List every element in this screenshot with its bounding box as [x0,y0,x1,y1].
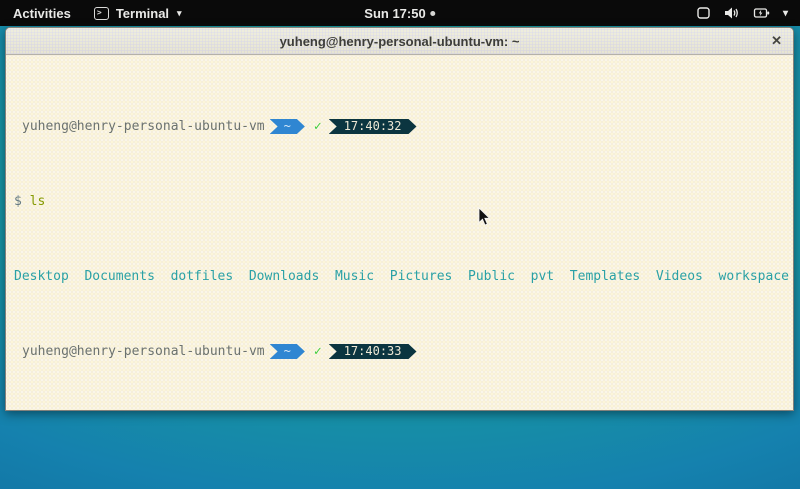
volume-icon [724,6,740,20]
prompt-cwd-segment: ~ [270,344,305,359]
terminal-icon: > [94,7,109,20]
prompt-line: yuheng@henry-personal-ubuntu-vm ~ ✓ 17:4… [14,119,793,134]
prompt-line: yuheng@henry-personal-ubuntu-vm ~ ✓ 17:4… [14,344,793,359]
prompt-user-host: yuheng@henry-personal-ubuntu-vm [14,344,265,359]
clock-button[interactable]: Sun 17:50 [364,0,435,26]
directory-entry: Videos [656,269,703,284]
top-bar: Activities > Terminal ▾ Sun 17:50 [0,0,800,26]
directory-entry: pvt [531,269,554,284]
screen-icon [696,6,711,20]
directory-entry: dotfiles [171,269,234,284]
window-titlebar[interactable]: yuheng@henry-personal-ubuntu-vm: ~ ✕ [6,28,793,55]
command-text: ls [30,194,46,209]
directory-entry: Desktop [14,269,69,284]
chevron-down-icon: ▾ [783,8,788,19]
directory-entry: Public [468,269,515,284]
directory-entry: Documents [84,269,154,284]
app-menu-terminal[interactable]: > Terminal ▾ [84,0,192,26]
app-menu-label: Terminal [116,6,169,21]
chevron-down-icon: ▾ [177,8,182,19]
directory-entry: Music [335,269,374,284]
close-button[interactable]: ✕ [771,28,782,54]
activities-label: Activities [13,6,71,21]
directory-entry: Downloads [249,269,319,284]
prompt-user-host: yuheng@henry-personal-ubuntu-vm [14,119,265,134]
check-icon: ✓ [314,119,322,134]
prompt-cwd-segment: ~ [270,119,305,134]
ls-output-line: Desktop Documents dotfiles Downloads Mus… [14,269,793,284]
prompt-time-segment: 17:40:33 [329,344,417,359]
clock-label: Sun 17:50 [364,6,425,21]
window-title: yuheng@henry-personal-ubuntu-vm: ~ [280,34,520,49]
directory-entry: Pictures [390,269,453,284]
check-icon: ✓ [314,344,322,359]
directory-entry: Templates [570,269,640,284]
notification-dot [431,11,436,16]
terminal-screen[interactable]: yuheng@henry-personal-ubuntu-vm ~ ✓ 17:4… [6,56,793,410]
desktop-background: Activities > Terminal ▾ Sun 17:50 [0,0,800,489]
prompt-time-segment: 17:40:32 [329,119,417,134]
activities-button[interactable]: Activities [0,0,84,26]
system-status-area[interactable]: ▾ [684,0,800,26]
battery-icon [753,6,770,20]
directory-entry: workspace [719,269,789,284]
mouse-pointer-icon [478,207,492,227]
prompt-dollar: $ [14,194,22,209]
command-line: $ ls [14,194,793,209]
terminal-window: yuheng@henry-personal-ubuntu-vm: ~ ✕ yuh… [5,27,794,411]
